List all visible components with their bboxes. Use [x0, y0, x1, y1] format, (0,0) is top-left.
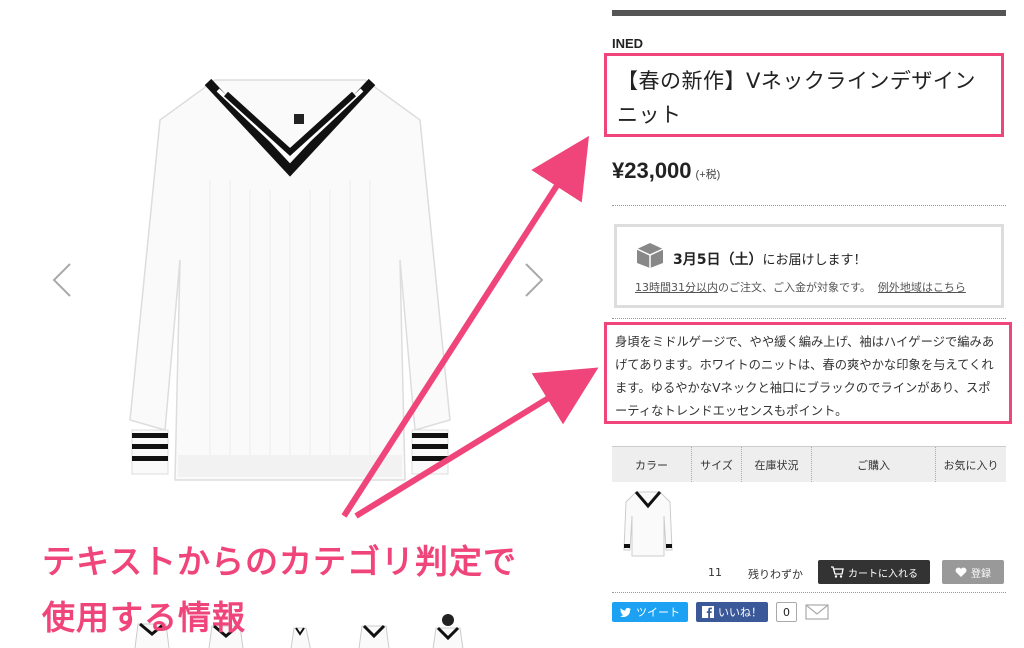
delivery-date-value: 3月5日 — [673, 252, 721, 268]
deadline-link[interactable]: 13時間31分以内 — [635, 281, 718, 294]
facebook-icon — [702, 606, 714, 618]
mail-icon[interactable] — [805, 603, 829, 621]
column-header-size: サイズ — [692, 447, 742, 482]
product-image — [129, 78, 451, 481]
package-icon — [636, 243, 664, 268]
favorite-button[interactable]: 登録 — [942, 560, 1004, 584]
delivery-deadline: 13時間31分以内のご注文、ご入金が対象です。 例外地域はこちら — [635, 279, 966, 295]
description-highlight: 身頃をミドルゲージで、やや緩く編み上げ、袖はハイゲージで編みあげてあります。ホワ… — [604, 322, 1012, 424]
product-title-line2: ニット — [617, 103, 682, 127]
column-header-purchase: ご購入 — [812, 447, 936, 482]
tax-note: (+税) — [695, 169, 721, 181]
divider — [612, 205, 1006, 206]
annotation-text: テキストからのカテゴリ判定で 使用する情報 — [42, 534, 517, 646]
variant-stock: 残りわずか — [748, 568, 803, 581]
deadline-text: のご注文、ご入金が対象です。 — [718, 281, 871, 294]
variant-table: カラー サイズ 在庫状況 ご購入 お気に入り オフホワイト 11 残りわずか — [612, 446, 1006, 621]
product-title-line1: 【春の新作】Vネックラインデザイン — [617, 69, 976, 93]
brand-name[interactable]: INED — [612, 36, 643, 51]
product-page: INED 【春の新作】Vネックラインデザイン ニット ¥23,000 (+税) 3… — [0, 0, 1024, 648]
chevron-right-icon[interactable] — [520, 262, 548, 298]
product-panel: INED 【春の新作】Vネックラインデザイン ニット ¥23,000 (+税) 3… — [604, 0, 1012, 648]
chevron-left-icon[interactable] — [48, 262, 76, 298]
top-divider — [612, 10, 1006, 16]
annotation-line2: 使用する情報 — [42, 598, 246, 637]
column-header-favorite: お気に入り — [943, 458, 999, 472]
divider — [612, 592, 1006, 593]
add-to-cart-button[interactable]: カートに入れる — [818, 560, 930, 584]
product-description: 身頃をミドルゲージで、やや緩く編み上げ、袖はハイゲージで編みあげてあります。ホワ… — [615, 335, 995, 418]
delivery-info: 3月5日（土）にお届けします！ 13時間31分以内のご注文、ご入金が対象です。 … — [614, 224, 1004, 308]
tweet-button[interactable]: ツイート — [612, 602, 688, 622]
delivery-weekday: （土） — [720, 252, 763, 268]
like-label: いいね！ — [718, 606, 762, 619]
social-share: ツイート いいね！ 0 — [612, 602, 829, 622]
divider — [612, 318, 1006, 319]
title-highlight: 【春の新作】Vネックラインデザイン ニット — [604, 53, 1004, 137]
cart-icon — [831, 566, 844, 578]
delivery-date: 3月5日（土）にお届けします！ — [673, 249, 867, 269]
price-value: ¥23,000 — [612, 158, 692, 183]
exceptions-link[interactable]: 例外地域はこちら — [878, 281, 966, 294]
like-count: 0 — [776, 602, 797, 622]
column-header-color: カラー — [612, 447, 692, 482]
variant-size: 11 — [708, 566, 722, 579]
heart-icon — [955, 567, 967, 577]
delivery-message: にお届けします！ — [762, 253, 867, 268]
annotation-line1: テキストからのカテゴリ判定で — [42, 542, 518, 581]
product-title: 【春の新作】Vネックラインデザイン ニット — [617, 64, 991, 132]
add-to-cart-label: カートに入れる — [848, 568, 918, 580]
product-price: ¥23,000 (+税) — [612, 158, 720, 184]
column-header-stock: 在庫状況 — [742, 447, 812, 482]
favorite-label: 登録 — [971, 568, 991, 580]
table-header: カラー サイズ 在庫状況 ご購入 お気に入り — [612, 446, 1006, 482]
twitter-bird-icon — [620, 607, 631, 617]
tweet-label: ツイート — [636, 606, 680, 619]
table-row: オフホワイト 11 残りわずか カートに入れる 登録 — [612, 482, 1006, 621]
variant-thumbnail — [623, 491, 673, 557]
facebook-like-button[interactable]: いいね！ — [696, 602, 768, 622]
